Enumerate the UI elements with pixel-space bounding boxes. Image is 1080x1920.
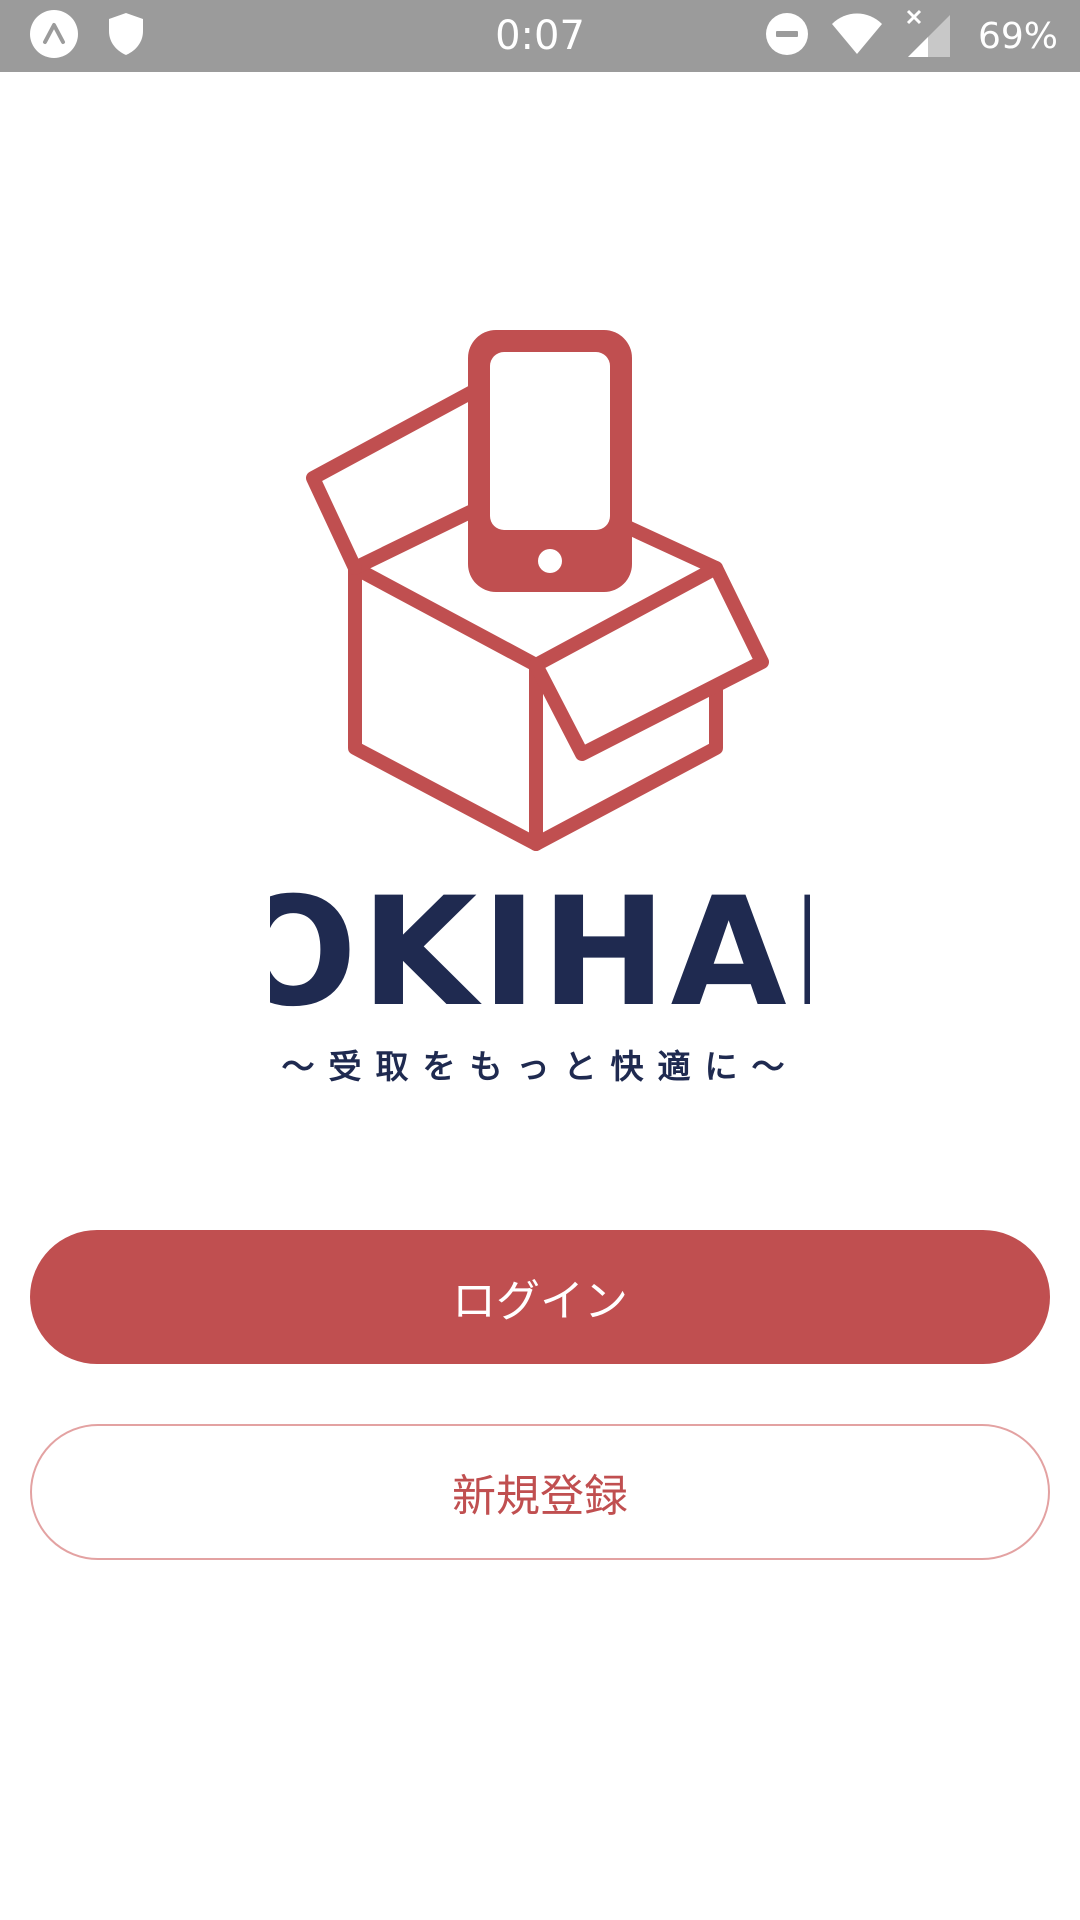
status-bar: 0:07 69% [0, 0, 1080, 72]
okihai-logotype: OKIHAI [230, 866, 847, 1040]
battery-percent: 69% [977, 15, 1058, 57]
register-button[interactable]: 新規登録 [30, 1424, 1050, 1560]
wifi-icon [830, 12, 884, 60]
box-phone-icon [306, 330, 769, 851]
login-button-label: ログイン [452, 1276, 628, 1327]
app-logo [300, 325, 780, 855]
brand-wordmark: OKIHAI [0, 866, 1080, 1040]
register-button-label: 新規登録 [452, 1471, 628, 1522]
login-button[interactable]: ログイン [30, 1230, 1050, 1364]
brand-name: OKIHAI [270, 886, 810, 1016]
status-right-icons: 69% [764, 0, 1058, 72]
do-not-disturb-icon [764, 11, 810, 61]
tagline: 〜受取をもっと快適に〜 [281, 1047, 799, 1086]
signal-icon [904, 9, 954, 63]
